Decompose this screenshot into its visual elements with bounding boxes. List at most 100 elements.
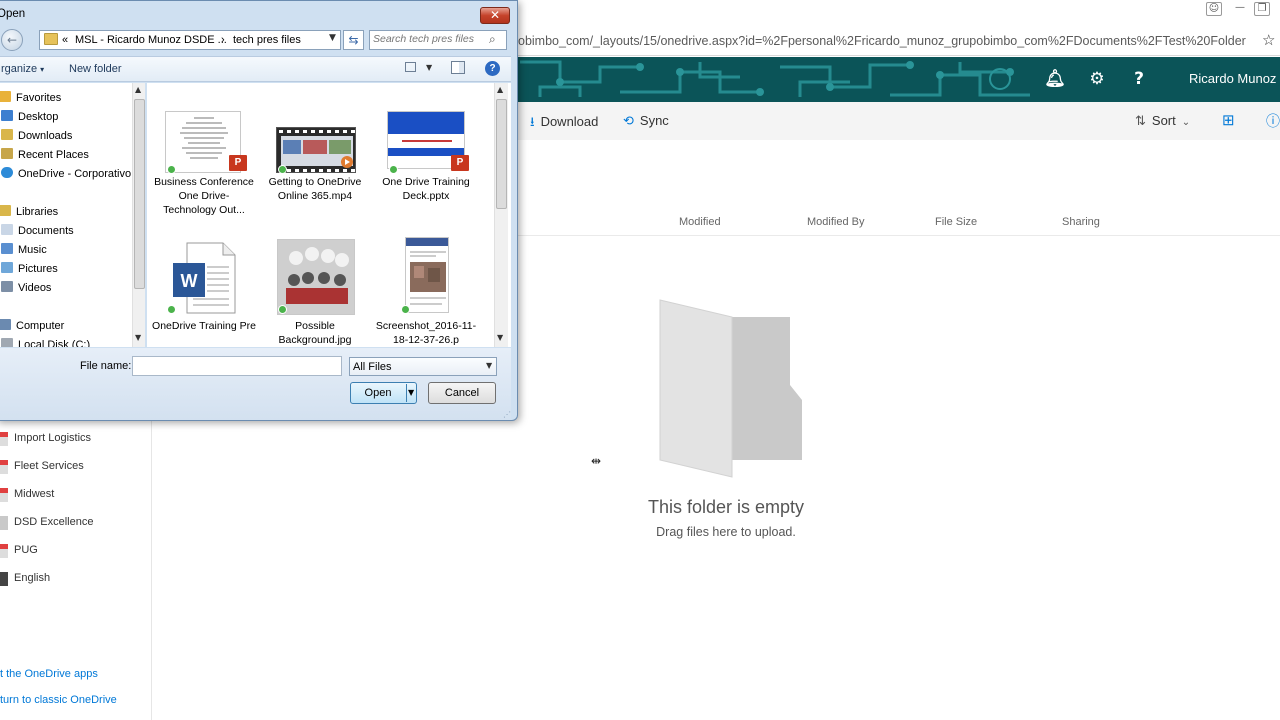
file-item[interactable]: P One Drive Training Deck.pptx [373,83,473,213]
view-grid-icon[interactable]: ⊞ [1222,111,1235,129]
nav-downloads[interactable]: Downloads [1,129,72,147]
organize-button[interactable]: rganize ▾ [1,63,44,75]
download-button[interactable]: ⭳ Download [530,113,598,135]
new-folder-button[interactable]: New folder [69,63,122,75]
sort-button[interactable]: ⇅ Sort ⌄ [1135,113,1190,129]
chevron-down-icon[interactable]: ▼ [329,33,336,43]
scroll-down-icon[interactable]: ▼ [497,333,503,342]
file-item[interactable]: P Business Conference One Drive- Technol… [151,83,254,216]
resize-grip-icon[interactable]: ⋰ [503,410,511,419]
scroll-up-icon[interactable]: ▲ [497,85,503,94]
close-button[interactable]: ✕ [480,7,510,24]
user-name[interactable]: Ricardo Munoz [1189,71,1276,86]
breadcrumb-item[interactable]: MSL - Ricardo Munoz DSDE ... [75,34,227,46]
dialog-title: Open [0,8,26,20]
open-button[interactable]: Open ▼ [350,382,417,404]
search-input[interactable] [373,33,485,45]
libraries-icon [0,205,11,216]
nav-computer[interactable]: Computer [0,319,64,337]
nav-item-fleet-services[interactable]: Fleet Services [0,458,150,478]
nav-label: Recent Places [18,149,89,161]
empty-folder-icon [659,299,802,478]
file-item[interactable]: W OneDrive Training Pre [151,233,256,347]
file-name: Business Conference One Drive- Technolog… [154,176,254,216]
synced-icon [389,165,398,174]
column-modified[interactable]: Modified [679,216,721,228]
breadcrumb-separator[interactable]: › [221,34,225,46]
nav-item-english[interactable]: English [0,570,150,590]
nav-item-label: PUG [14,544,38,556]
nav-label: Computer [16,320,65,332]
restore-icon[interactable]: ❐ [1254,2,1270,16]
column-sharing[interactable]: Sharing [1062,216,1100,228]
file-name: OneDrive Training Pre [152,320,256,332]
nav-item-pug[interactable]: PUG [0,542,150,562]
nav-music[interactable]: Music [1,243,47,261]
computer-icon [0,319,11,330]
help-icon[interactable]: ? [485,61,500,76]
file-name-input[interactable] [132,356,342,376]
file-type-select[interactable]: All Files ▼ [349,357,497,376]
path-breadcrumb[interactable]: « MSL - Ricardo Munoz DSDE ... › tech pr… [39,30,341,50]
scrollbar-thumb[interactable] [496,99,507,209]
powerpoint-icon: P [229,155,247,171]
organize-label: rganize [1,63,38,75]
refresh-button[interactable]: ⇆ [343,30,364,50]
file-list: P Business Conference One Drive- Technol… [147,83,511,347]
sort-icon: ⇅ [1135,114,1146,129]
column-modified-by[interactable]: Modified By [807,216,864,228]
music-icon [1,243,13,254]
file-item[interactable]: Screenshot_2016-11-18-12-37-26.p [373,233,476,347]
url-text[interactable]: obimbo_com/_layouts/15/onedrive.aspx?id=… [518,34,1246,48]
nav-label: Favorites [16,92,62,104]
disk-icon [1,338,13,347]
preview-pane-icon[interactable] [451,61,465,74]
bell-icon[interactable]: 🔔︎ [1034,57,1076,102]
nav-item-import-logistics[interactable]: Import Logistics [0,430,150,450]
dialog-footer: File name: All Files ▼ Open ▼ Cancel ⋰ [0,348,511,420]
sync-icon: ⟲ [623,114,634,129]
file-item[interactable]: Getting to OneDrive Online 365.mp4 [262,83,362,213]
get-apps-link[interactable]: t the OneDrive apps [0,668,98,680]
open-dropdown-icon[interactable]: ▼ [408,388,414,397]
cancel-button[interactable]: Cancel [428,382,496,404]
nav-onedrive[interactable]: OneDrive - Corporativo B [1,167,142,185]
nav-label: Videos [18,282,52,294]
star-icon[interactable]: ☆ [1262,31,1275,49]
scrollbar-thumb[interactable] [134,99,145,289]
sync-button[interactable]: ⟲ Sync [623,113,669,129]
scroll-up-icon[interactable]: ▲ [135,85,141,94]
help-icon[interactable]: ? [1118,57,1160,102]
nav-favorites[interactable]: Favorites [0,91,61,109]
scroll-down-icon[interactable]: ▼ [135,333,141,342]
nav-pane-scrollbar[interactable]: ▲ ▼ [132,83,145,347]
views-icon[interactable] [405,62,416,72]
file-list-scrollbar[interactable]: ▲ ▼ [494,83,508,347]
nav-item-dsd-excellence[interactable]: DSD Excellence [0,514,150,534]
file-item[interactable]: Possible Background.jpg [262,233,362,347]
breadcrumb-item[interactable]: tech pres files [233,34,301,46]
classic-onedrive-link[interactable]: turn to classic OneDrive [0,694,117,706]
user-icon[interactable]: ☺ [1206,2,1222,16]
back-button[interactable]: ← [1,29,23,51]
nav-local-disk[interactable]: Local Disk (C:) [1,338,90,347]
chevron-down-icon[interactable]: ▼ [426,63,432,72]
nav-documents[interactable]: Documents [1,224,74,242]
search-icon[interactable]: ⌕ [489,32,496,47]
nav-desktop[interactable]: Desktop [1,110,58,128]
cloud-icon [1,167,13,178]
column-file-size[interactable]: File Size [935,216,977,228]
file-type-value: All Files [353,361,392,373]
nav-item-midwest[interactable]: Midwest [0,486,150,506]
info-icon[interactable]: ⓘ [1266,111,1280,131]
synced-icon [167,165,176,174]
nav-recent-places[interactable]: Recent Places [1,148,89,166]
nav-videos[interactable]: Videos [1,281,51,299]
nav-pictures[interactable]: Pictures [1,262,58,280]
nav-libraries[interactable]: Libraries [0,205,58,223]
breadcrumb-overflow[interactable]: « [62,34,68,46]
gear-icon[interactable]: ⚙ [1076,57,1118,102]
videos-icon [1,281,13,292]
minimize-icon[interactable]: — [1232,2,1248,16]
nav-label: Local Disk (C:) [18,339,91,347]
